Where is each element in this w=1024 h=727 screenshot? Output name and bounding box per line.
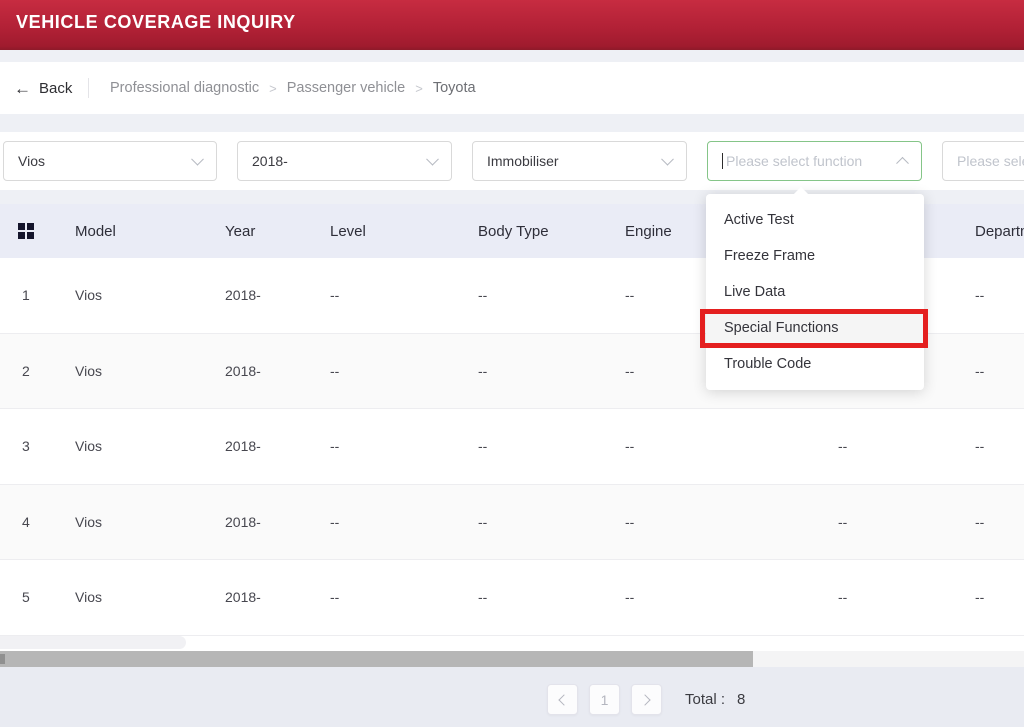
- breadcrumb-item-passenger-vehicle[interactable]: Passenger vehicle: [287, 80, 406, 96]
- cell-body-type: --: [478, 513, 488, 530]
- prev-page-button[interactable]: [547, 684, 578, 715]
- chevron-down-icon: [661, 152, 674, 166]
- grid-icon: [18, 204, 34, 258]
- cell-year: 2018-: [225, 513, 261, 530]
- extra-select[interactable]: Please select: [942, 141, 1024, 181]
- column-header-engine: Engine: [625, 222, 672, 240]
- cell-index: 2: [22, 362, 30, 379]
- cell-level: --: [330, 589, 340, 606]
- pagination: 1 Total : 8: [547, 684, 745, 715]
- dropdown-option[interactable]: Active Test: [706, 202, 924, 238]
- cell-model: Vios: [75, 589, 102, 606]
- cell-index: 4: [22, 513, 30, 530]
- cell-engine: --: [625, 513, 635, 530]
- cell-level: --: [330, 287, 340, 304]
- horizontal-scrollbar-thumb[interactable]: [0, 651, 753, 667]
- cell-level: --: [330, 362, 340, 379]
- cell-index: 3: [22, 438, 30, 455]
- dropdown-option[interactable]: Special Functions: [706, 310, 924, 346]
- breadcrumb-item-toyota: Toyota: [432, 80, 476, 96]
- function-dropdown-panel: Active Test Freeze Frame Live Data Special …: [706, 194, 924, 390]
- table-row: 5 Vios 2018- -- -- -- -- --: [0, 560, 1024, 636]
- model-select[interactable]: Vios: [3, 141, 217, 181]
- cell-level: --: [330, 513, 340, 530]
- cell-index: 5: [22, 589, 30, 606]
- function-select[interactable]: Please select function: [707, 141, 922, 181]
- cell-body-type: --: [478, 438, 488, 455]
- breadcrumb-item-professional-diagnostic[interactable]: Professional diagnostic: [110, 80, 259, 96]
- cell-year: 2018-: [225, 438, 261, 455]
- chevron-up-icon: [896, 156, 909, 170]
- back-button[interactable]: ← Back: [14, 62, 72, 114]
- column-header-model: Model: [75, 222, 116, 240]
- cell-model: Vios: [75, 362, 102, 379]
- cell-col7: --: [838, 513, 848, 530]
- cell-body-type: --: [478, 589, 488, 606]
- column-header-department: Department: [975, 222, 1024, 240]
- cell-engine: --: [625, 362, 635, 379]
- back-label: Back: [39, 79, 73, 97]
- extra-select-placeholder: Please select: [957, 153, 1024, 169]
- cell-year: 2018-: [225, 362, 261, 379]
- cell-model: Vios: [75, 438, 102, 455]
- breadcrumb-separator-icon: >: [415, 80, 423, 96]
- cell-col7: --: [838, 438, 848, 455]
- horizontal-scrollbar-track[interactable]: [0, 651, 1024, 667]
- back-arrow-icon: ←: [14, 78, 31, 98]
- footer-bar: 1 Total : 8: [0, 667, 1024, 727]
- text-caret: [722, 153, 723, 169]
- cell-department: --: [975, 438, 985, 455]
- dropdown-option[interactable]: Freeze Frame: [706, 238, 924, 274]
- cell-year: 2018-: [225, 287, 261, 304]
- table-row: 4 Vios 2018- -- -- -- -- --: [0, 484, 1024, 560]
- scroll-corner: [0, 636, 186, 649]
- page-title: VEHICLE COVERAGE INQUIRY: [16, 12, 296, 32]
- system-select-value: Immobiliser: [487, 153, 559, 169]
- cell-engine: --: [625, 287, 635, 304]
- cell-level: --: [330, 438, 340, 455]
- next-page-button[interactable]: [631, 684, 662, 715]
- vehicle-coverage-page: VEHICLE COVERAGE INQUIRY ← Back Professi…: [0, 0, 1024, 727]
- cell-col7: --: [838, 589, 848, 606]
- column-header-year: Year: [225, 222, 256, 240]
- system-select[interactable]: Immobiliser: [472, 141, 687, 181]
- cell-engine: --: [625, 589, 635, 606]
- dropdown-option[interactable]: Trouble Code: [706, 346, 924, 382]
- model-select-value: Vios: [18, 153, 45, 169]
- filter-bar: Vios 2018- Immobiliser Please select fun…: [0, 132, 1024, 190]
- column-header-body-type: Body Type: [478, 222, 549, 240]
- function-select-placeholder: Please select function: [726, 153, 863, 169]
- cell-department: --: [975, 287, 985, 304]
- cell-department: --: [975, 589, 985, 606]
- cell-department: --: [975, 513, 985, 530]
- total-count: Total : 8: [685, 691, 745, 708]
- column-header-level: Level: [330, 222, 366, 240]
- chevron-down-icon: [191, 152, 204, 166]
- cell-body-type: --: [478, 287, 488, 304]
- cell-model: Vios: [75, 287, 102, 304]
- breadcrumb-bar: ← Back Professional diagnostic > Passeng…: [0, 62, 1024, 114]
- year-select[interactable]: 2018-: [237, 141, 452, 181]
- cell-year: 2018-: [225, 589, 261, 606]
- chevron-left-icon: [558, 693, 570, 706]
- divider: [88, 78, 89, 98]
- total-value: 8: [737, 691, 746, 708]
- breadcrumb-separator-icon: >: [269, 80, 277, 96]
- year-select-value: 2018-: [252, 153, 288, 169]
- dropdown-option[interactable]: Live Data: [706, 274, 924, 310]
- cell-body-type: --: [478, 362, 488, 379]
- cell-department: --: [975, 362, 985, 379]
- chevron-down-icon: [426, 152, 439, 166]
- current-page-button[interactable]: 1: [589, 684, 620, 715]
- total-label: Total :: [685, 691, 726, 708]
- breadcrumb: Professional diagnostic > Passenger vehi…: [110, 62, 476, 114]
- chevron-right-icon: [639, 693, 651, 706]
- cell-engine: --: [625, 438, 635, 455]
- cell-index: 1: [22, 287, 30, 304]
- app-header: VEHICLE COVERAGE INQUIRY: [0, 0, 1024, 50]
- table-row: 3 Vios 2018- -- -- -- -- --: [0, 409, 1024, 485]
- cell-model: Vios: [75, 513, 102, 530]
